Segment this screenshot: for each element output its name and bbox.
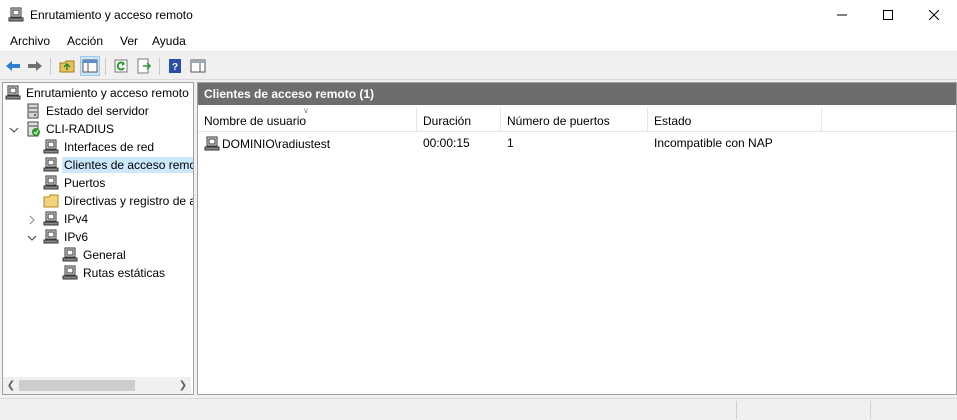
window-title: Enrutamiento y acceso remoto <box>30 8 193 22</box>
help-icon: ? <box>169 59 181 73</box>
cell-duration: 00:00:15 <box>423 136 470 150</box>
tree-item-remote-clients[interactable]: Clientes de acceso remo <box>43 156 193 174</box>
tree-label: Rutas estáticas <box>83 266 166 280</box>
tree-label: Clientes de acceso remo <box>62 157 193 173</box>
maximize-button[interactable] <box>865 0 911 30</box>
server-icon <box>8 7 24 23</box>
menu-accion[interactable]: Acción <box>67 34 103 48</box>
cell-status: Incompatible con NAP <box>654 136 773 150</box>
close-icon <box>929 10 939 20</box>
details-header: Clientes de acceso remoto (1) <box>198 83 956 105</box>
back-button[interactable] <box>3 56 23 76</box>
toolbar-separator <box>105 58 106 75</box>
remote-client-icon <box>204 136 220 151</box>
scroll-left-icon[interactable]: ❮ <box>3 377 19 394</box>
maximize-icon <box>883 10 893 20</box>
column-header-ports[interactable]: Número de puertos <box>501 108 648 132</box>
remote-clients-icon <box>43 157 59 172</box>
tree-label: General <box>83 248 126 262</box>
svg-text:?: ? <box>172 62 178 73</box>
export-list-button[interactable] <box>134 56 154 76</box>
tree-item-ipv6[interactable]: IPv6 <box>43 228 90 246</box>
menu-bar: Archivo Acción Ver Ayuda <box>0 30 957 52</box>
console-tree[interactable]: Enrutamiento y acceso remoto Estado del … <box>2 82 194 395</box>
properties-pane-icon <box>190 59 206 73</box>
tree-label: Directivas y registro de a <box>64 194 194 208</box>
network-icon <box>43 139 59 154</box>
chevron-down-icon[interactable] <box>9 125 19 135</box>
toolbar-separator <box>50 58 51 75</box>
refresh-icon <box>114 59 128 73</box>
show-hide-tree-button[interactable] <box>80 56 100 76</box>
toolbar: ? <box>0 53 957 80</box>
toolbar-separator <box>159 58 160 75</box>
tree-item-root[interactable]: Enrutamiento y acceso remoto <box>5 84 191 102</box>
title-bar: Enrutamiento y acceso remoto <box>0 0 957 30</box>
server-online-icon <box>27 121 40 137</box>
status-segment <box>736 401 870 419</box>
chevron-right-icon[interactable] <box>27 215 37 225</box>
details-pane: Clientes de acceso remoto (1) ∨ Nombre d… <box>197 82 957 395</box>
network-icon <box>62 265 78 280</box>
column-header-duration[interactable]: Duración <box>417 108 501 132</box>
menu-ver[interactable]: Ver <box>120 34 138 48</box>
table-row[interactable]: DOMINIO\radiustest 00:00:15 1 Incompatib… <box>198 133 956 153</box>
minimize-button[interactable] <box>819 0 865 30</box>
folder-icon <box>43 194 59 208</box>
up-one-level-button[interactable] <box>57 56 77 76</box>
chevron-down-icon[interactable] <box>27 233 37 243</box>
tree-label: Enrutamiento y acceso remoto <box>26 86 189 100</box>
tree-item-static-routes[interactable]: Rutas estáticas <box>62 264 167 282</box>
refresh-button[interactable] <box>111 56 131 76</box>
tree-label: IPv6 <box>64 230 89 244</box>
column-header-user[interactable]: ∨ Nombre de usuario <box>198 106 417 132</box>
network-icon <box>62 247 78 262</box>
network-icon <box>43 211 59 226</box>
sort-caret-icon: ∨ <box>303 106 309 115</box>
tree-item-ports[interactable]: Puertos <box>43 174 107 192</box>
tree-item-ipv4[interactable]: IPv4 <box>43 210 90 228</box>
show-hide-tree-icon <box>82 59 98 73</box>
tree-item-server-status[interactable]: Estado del servidor <box>25 102 151 120</box>
tree-label: Puertos <box>64 176 106 190</box>
cell-text: DOMINIO\radiustest <box>222 137 331 151</box>
cell-ports: 1 <box>507 136 514 150</box>
server-status-icon <box>27 103 39 119</box>
server-icon <box>5 85 21 100</box>
menu-ayuda[interactable]: Ayuda <box>152 34 186 48</box>
cell-user: DOMINIO\radiustest <box>204 136 330 152</box>
tree-label: CLI-RADIUS <box>46 122 115 136</box>
tree-item-server[interactable]: CLI-RADIUS <box>25 120 116 138</box>
scrollbar-thumb[interactable] <box>19 380 135 391</box>
scroll-right-icon[interactable]: ❯ <box>175 377 191 394</box>
column-label: Duración <box>423 114 472 128</box>
forward-button[interactable] <box>25 56 45 76</box>
back-arrow-icon <box>6 61 20 71</box>
up-folder-icon <box>59 60 75 73</box>
tree-item-policies[interactable]: Directivas y registro de a <box>43 192 194 210</box>
export-list-icon <box>137 58 152 74</box>
minimize-icon <box>837 14 847 16</box>
forward-arrow-icon <box>28 61 42 71</box>
network-icon <box>43 229 59 244</box>
tree-item-network-interfaces[interactable]: Interfaces de red <box>43 138 156 156</box>
help-button[interactable]: ? <box>165 56 185 76</box>
close-button[interactable] <box>911 0 957 30</box>
column-label: Número de puertos <box>507 114 610 128</box>
column-headers: ∨ Nombre de usuario Duración Número de p… <box>198 106 956 132</box>
column-header-status[interactable]: Estado <box>648 108 822 132</box>
tree-item-general[interactable]: General <box>62 246 128 264</box>
tree-label: IPv4 <box>64 212 89 226</box>
tree-label: Estado del servidor <box>46 104 149 118</box>
tree-label: Interfaces de red <box>64 140 155 154</box>
tree-horizontal-scrollbar[interactable]: ❮ ❯ <box>3 377 191 394</box>
status-segment <box>870 401 957 419</box>
column-label: Nombre de usuario <box>204 114 307 128</box>
properties-pane-button[interactable] <box>188 56 208 76</box>
menu-archivo[interactable]: Archivo <box>10 34 50 48</box>
ports-icon <box>43 175 59 190</box>
status-bar <box>0 398 957 420</box>
column-label: Estado <box>654 114 692 128</box>
